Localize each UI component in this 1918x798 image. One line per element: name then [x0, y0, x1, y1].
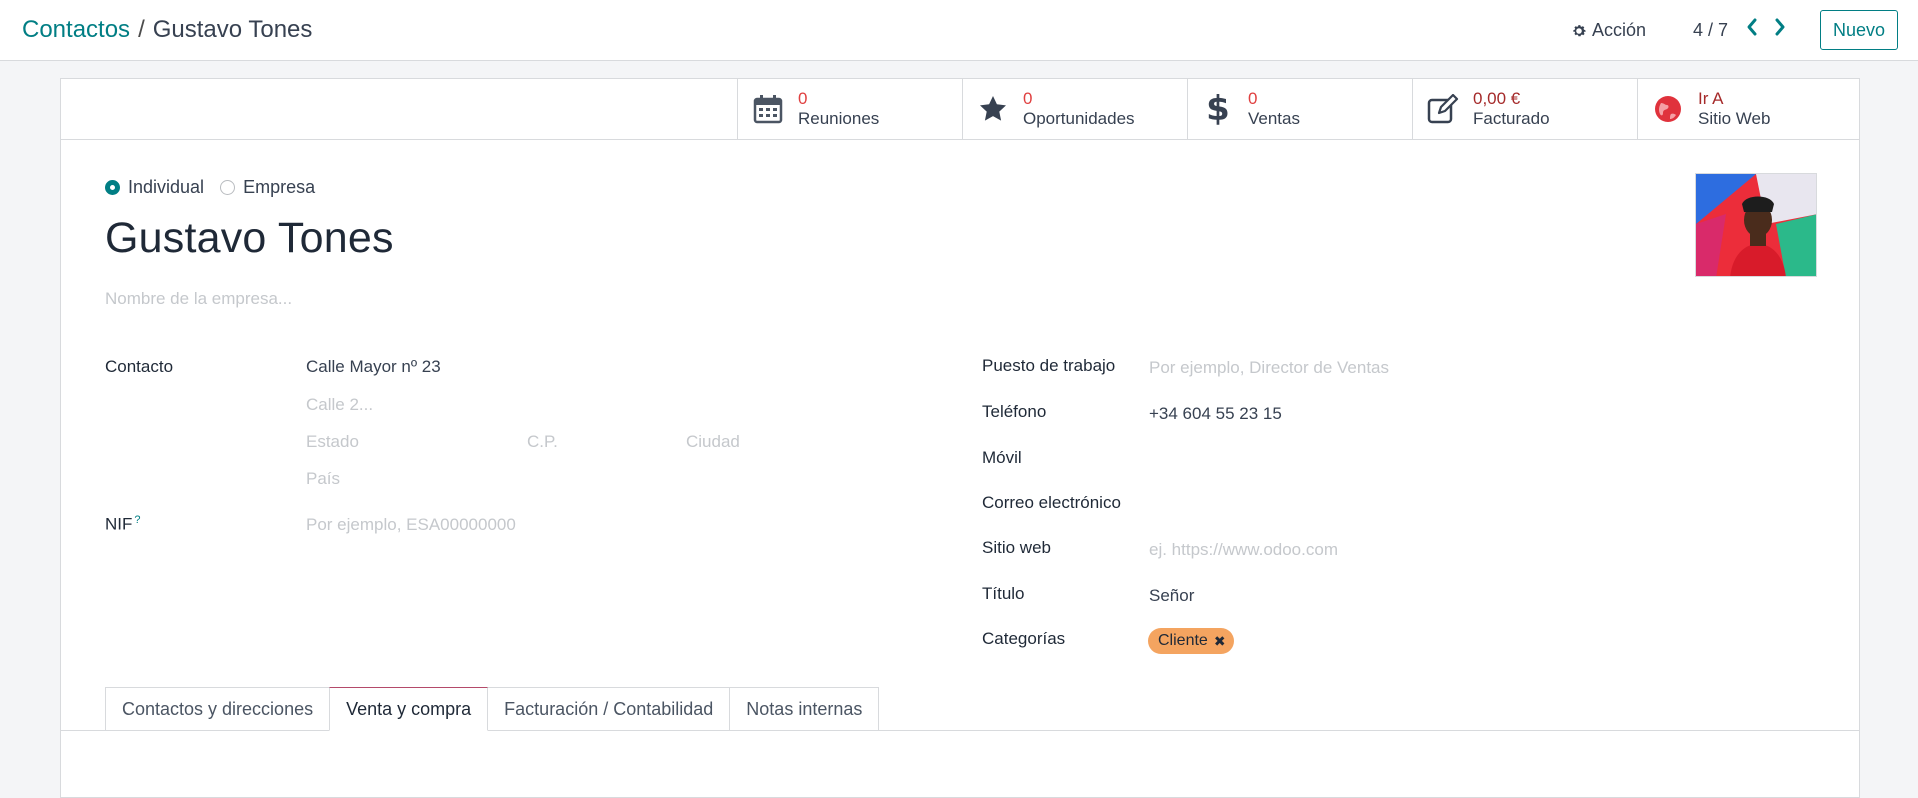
job-position-label: Puesto de trabajo	[982, 356, 1116, 375]
website-go-label: Ir A	[1698, 89, 1724, 108]
form-sheet: 0 Reuniones 0 Oportunidades $ 0 Ventas 0…	[60, 78, 1860, 798]
company-radio[interactable]	[220, 180, 236, 195]
invoiced-amount: 0,00 €	[1473, 89, 1521, 108]
phone-field[interactable]: +34 604 55 23 15	[1149, 404, 1282, 424]
breadcrumb-current: Gustavo Tones	[152, 16, 313, 43]
website-field[interactable]: ej. https://www.odoo.com	[1149, 540, 1338, 560]
website-field-label: Sitio web	[982, 538, 1051, 557]
new-button[interactable]: Nuevo	[1820, 10, 1898, 50]
state-field[interactable]: Estado	[306, 432, 359, 452]
opportunities-count: 0	[1023, 89, 1033, 108]
zip-field[interactable]: C.P.	[527, 432, 558, 452]
opportunities-button[interactable]: 0 Oportunidades	[962, 79, 1187, 139]
invoiced-label: Facturado	[1473, 109, 1550, 128]
calendar-icon	[753, 95, 783, 124]
breadcrumb-separator: /	[138, 16, 145, 43]
avatar[interactable]	[1695, 173, 1817, 277]
country-field[interactable]: País	[306, 469, 340, 489]
partner-name-field[interactable]: Gustavo Tones	[105, 214, 394, 263]
vat-label-text: NIF	[105, 514, 133, 534]
website-go-button[interactable]: Ir A Sitio Web	[1637, 79, 1860, 139]
control-panel: Contactos / Gustavo Tones Acción 4 / 7 N…	[0, 0, 1918, 61]
individual-radio[interactable]	[105, 180, 120, 195]
gear-icon	[1573, 24, 1586, 36]
chevron-left-icon[interactable]	[1745, 16, 1759, 38]
company-name-field[interactable]: Nombre de la empresa...	[105, 289, 292, 309]
mobile-label: Móvil	[982, 448, 1022, 467]
notebook-tabs: Contactos y direcciones Venta y compra F…	[105, 687, 880, 731]
tab-sales-purchase[interactable]: Venta y compra	[329, 687, 489, 731]
meetings-button[interactable]: 0 Reuniones	[737, 79, 962, 139]
tab-invoicing[interactable]: Facturación / Contabilidad	[487, 687, 731, 731]
remove-tag-icon[interactable]: ✖	[1214, 633, 1226, 650]
opportunities-label: Oportunidades	[1023, 109, 1135, 128]
category-tag-cliente: Cliente ✖	[1148, 628, 1234, 654]
action-label: Acción	[1592, 20, 1647, 40]
categories-label: Categorías	[982, 629, 1066, 648]
meetings-label: Reuniones	[798, 109, 880, 128]
category-tag-label: Cliente	[1158, 632, 1208, 649]
dollar-icon: $	[1206, 89, 1230, 129]
chevron-right-icon[interactable]	[1773, 16, 1787, 38]
tab-internal-notes[interactable]: Notas internas	[729, 687, 880, 731]
sales-button[interactable]: $ 0 Ventas	[1187, 79, 1412, 139]
title-field[interactable]: Señor	[1149, 586, 1194, 606]
title-label: Título	[982, 584, 1025, 603]
address-label: Contacto	[105, 357, 174, 376]
street2-field[interactable]: Calle 2...	[306, 395, 373, 415]
city-field[interactable]: Ciudad	[686, 432, 740, 452]
job-position-field[interactable]: Por ejemplo, Director de Ventas	[1149, 358, 1389, 378]
star-icon	[980, 96, 1006, 121]
vat-help-tooltip[interactable]: ?	[134, 514, 140, 526]
company-type-radio-group: Individual Empresa	[105, 177, 323, 198]
sales-label: Ventas	[1248, 109, 1300, 128]
globe-icon	[1655, 96, 1681, 122]
company-label[interactable]: Empresa	[243, 177, 315, 198]
pager-value[interactable]: 4 / 7	[1693, 20, 1728, 41]
tab-contacts-addresses[interactable]: Contactos y direcciones	[105, 687, 331, 731]
edit-icon	[1427, 94, 1459, 124]
email-field[interactable]	[1149, 493, 1549, 515]
invoiced-button[interactable]: 0,00 € Facturado	[1412, 79, 1637, 139]
phone-label: Teléfono	[982, 402, 1047, 421]
vat-field[interactable]: Por ejemplo, ESA00000000	[306, 515, 516, 535]
meetings-count: 0	[798, 89, 808, 108]
action-menu-button[interactable]: Acción	[1571, 20, 1646, 41]
avatar-image	[1696, 174, 1816, 276]
mobile-field[interactable]	[1149, 448, 1549, 470]
vat-label: NIF?	[105, 514, 141, 535]
sales-count: 0	[1248, 89, 1258, 108]
email-label: Correo electrónico	[982, 493, 1121, 512]
individual-label[interactable]: Individual	[128, 177, 204, 198]
breadcrumb-contactos-link[interactable]: Contactos	[22, 16, 130, 44]
breadcrumb: Contactos / Gustavo Tones	[22, 16, 312, 44]
street-field[interactable]: Calle Mayor nº 23	[306, 357, 441, 377]
website-label: Sitio Web	[1698, 109, 1771, 128]
smart-button-box: 0 Reuniones 0 Oportunidades $ 0 Ventas 0…	[61, 79, 1859, 140]
